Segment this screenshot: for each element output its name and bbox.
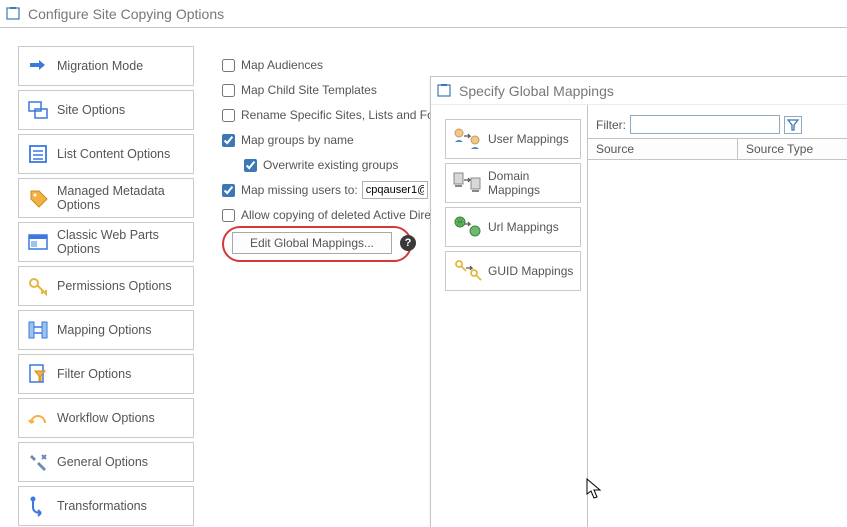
sidebar-item-workflow[interactable]: Workflow Options: [18, 398, 194, 438]
rename-sites-checkbox[interactable]: [222, 109, 235, 122]
mapping-item-url[interactable]: Url Mappings: [445, 207, 581, 247]
sidebar-item-managed-metadata[interactable]: Managed Metadata Options: [18, 178, 194, 218]
map-audiences-checkbox[interactable]: [222, 59, 235, 72]
url-mapping-icon: [452, 214, 482, 240]
workflow-icon: [27, 407, 49, 429]
sidebar-item-label: List Content Options: [57, 147, 170, 161]
webparts-icon: [27, 231, 49, 253]
map-missing-user-input[interactable]: [362, 181, 428, 199]
funnel-icon: [786, 118, 800, 132]
dialog-title: Specify Global Mappings: [459, 83, 614, 99]
sidebar-item-label: Permissions Options: [57, 279, 172, 293]
sidebar-item-transformations[interactable]: Transformations: [18, 486, 194, 526]
global-mappings-dialog: Specify Global Mappings User Mappings Do…: [430, 76, 847, 527]
allow-deleted-label: Allow copying of deleted Active Direc: [241, 208, 437, 222]
col-source[interactable]: Source: [588, 139, 738, 159]
edit-global-mappings-button[interactable]: Edit Global Mappings...: [232, 232, 392, 254]
window-title: Configure Site Copying Options: [28, 6, 224, 22]
filter-label: Filter:: [596, 118, 626, 132]
sidebar-item-label: General Options: [57, 455, 148, 469]
mapping-grid-panel: Filter: Source Source Type: [587, 105, 847, 527]
filter-button[interactable]: [784, 116, 802, 134]
sidebar-item-webparts[interactable]: Classic Web Parts Options: [18, 222, 194, 262]
mapping-item-domain[interactable]: Domain Mappings: [445, 163, 581, 203]
sidebar-item-label: Filter Options: [57, 367, 131, 381]
help-icon[interactable]: ?: [400, 235, 416, 251]
window-titlebar: Configure Site Copying Options: [0, 0, 847, 28]
transform-icon: [27, 495, 49, 517]
map-groups-checkbox[interactable]: [222, 134, 235, 147]
domain-mapping-icon: [452, 170, 482, 196]
mapping-item-guid[interactable]: GUID Mappings: [445, 251, 581, 291]
tags-icon: [27, 187, 49, 209]
map-child-templates-checkbox[interactable]: [222, 84, 235, 97]
options-panel: Map Audiences Map Child Site Templates R…: [204, 28, 460, 527]
col-source-type[interactable]: Source Type: [738, 139, 847, 159]
dialog-titlebar: Specify Global Mappings: [431, 77, 847, 105]
sidebar-item-label: Classic Web Parts Options: [57, 228, 185, 256]
map-audiences-label: Map Audiences: [241, 58, 323, 72]
allow-deleted-checkbox[interactable]: [222, 209, 235, 222]
sidebar-item-label: Site Options: [57, 103, 125, 117]
mapping-type-list: User Mappings Domain Mappings Url Mappin…: [431, 105, 587, 527]
dialog-icon: [437, 83, 453, 99]
filter-input[interactable]: [630, 115, 780, 134]
config-icon: [6, 6, 22, 22]
sidebar-item-list-content[interactable]: List Content Options: [18, 134, 194, 174]
mapping-item-label: Url Mappings: [488, 220, 559, 234]
sidebar-item-label: Migration Mode: [57, 59, 143, 73]
mapping-item-label: User Mappings: [488, 132, 569, 146]
key-icon: [27, 275, 49, 297]
arrows-icon: [27, 55, 49, 77]
guid-mapping-icon: [452, 258, 482, 284]
tools-icon: [27, 451, 49, 473]
sidebar-item-label: Mapping Options: [57, 323, 152, 337]
sidebar-item-permissions[interactable]: Permissions Options: [18, 266, 194, 306]
filter-doc-icon: [27, 363, 49, 385]
list-icon: [27, 143, 49, 165]
overwrite-groups-label: Overwrite existing groups: [263, 158, 398, 172]
sidebar-item-migration-mode[interactable]: Migration Mode: [18, 46, 194, 86]
mapping-item-label: GUID Mappings: [488, 264, 573, 278]
mapping-item-label: Domain Mappings: [488, 169, 574, 197]
map-child-templates-label: Map Child Site Templates: [241, 83, 377, 97]
sidebar-item-filter[interactable]: Filter Options: [18, 354, 194, 394]
map-missing-checkbox[interactable]: [222, 184, 235, 197]
sidebar-item-mapping[interactable]: Mapping Options: [18, 310, 194, 350]
sidebar-item-general[interactable]: General Options: [18, 442, 194, 482]
sidebar-item-label: Managed Metadata Options: [57, 184, 185, 212]
user-mapping-icon: [452, 126, 482, 152]
rename-sites-label: Rename Specific Sites, Lists and Fold: [241, 108, 443, 122]
mapping-icon: [27, 319, 49, 341]
overwrite-groups-checkbox[interactable]: [244, 159, 257, 172]
sidebar-item-label: Workflow Options: [57, 411, 155, 425]
sidebar: Migration Mode Site Options List Content…: [0, 28, 204, 527]
grid-header: Source Source Type: [588, 138, 847, 160]
map-groups-label: Map groups by name: [241, 133, 354, 147]
sites-icon: [27, 99, 49, 121]
mapping-item-user[interactable]: User Mappings: [445, 119, 581, 159]
sidebar-item-site-options[interactable]: Site Options: [18, 90, 194, 130]
map-missing-label: Map missing users to:: [241, 183, 358, 197]
sidebar-item-label: Transformations: [57, 499, 147, 513]
